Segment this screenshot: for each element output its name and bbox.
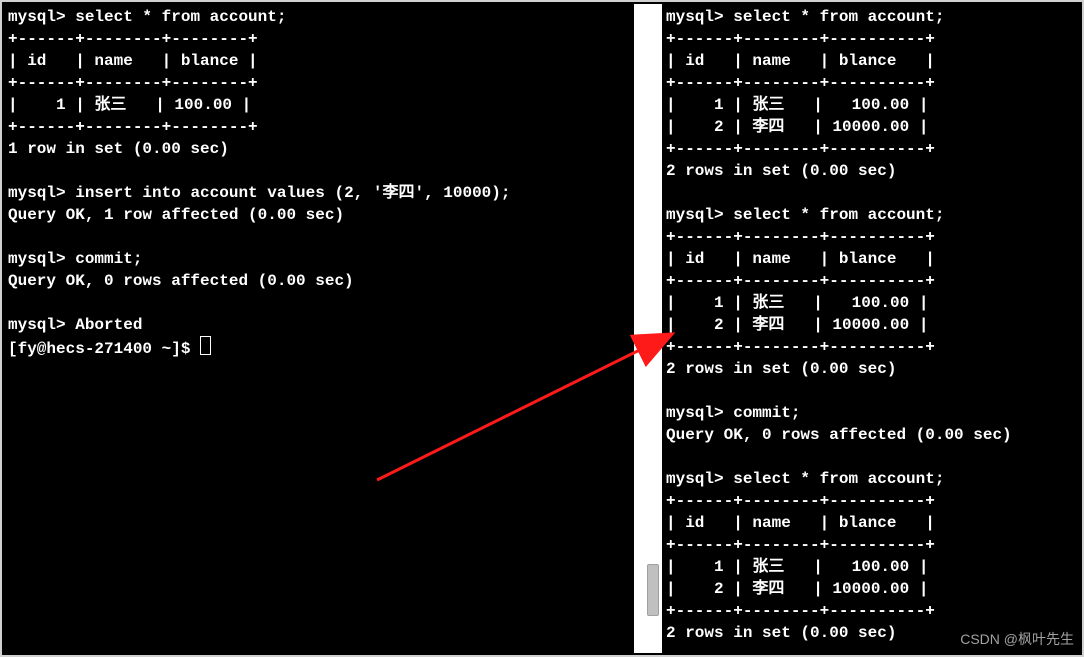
mysql-prompt: mysql> — [666, 404, 733, 422]
sql-query: commit; — [75, 250, 142, 268]
table-border: +------+--------+----------+ — [666, 228, 935, 246]
table-border: +------+--------+--------+ — [8, 118, 258, 136]
sql-query: insert into account values (2, '李四', 100… — [75, 184, 510, 202]
table-header: | id | name | blance | — [666, 52, 935, 70]
table-row: | 1 | 张三 | 100.00 | — [666, 294, 928, 312]
table-row: | 1 | 张三 | 100.00 | — [8, 96, 251, 114]
table-header: | id | name | blance | — [666, 250, 935, 268]
table-row: | 1 | 张三 | 100.00 | — [666, 96, 928, 114]
aborted-msg: Aborted — [75, 316, 142, 334]
table-border: +------+--------+--------+ — [8, 30, 258, 48]
sql-query: select * from account; — [733, 470, 944, 488]
mysql-prompt: mysql> — [666, 470, 733, 488]
sql-query: select * from account; — [733, 8, 944, 26]
query-response: Query OK, 0 rows affected (0.00 sec) — [666, 426, 1012, 444]
table-row: | 2 | 李四 | 10000.00 | — [666, 316, 928, 334]
scrollbar-left[interactable] — [646, 4, 660, 653]
table-border: +------+--------+----------+ — [666, 30, 935, 48]
table-border: +------+--------+----------+ — [666, 272, 935, 290]
table-border: +------+--------+----------+ — [666, 74, 935, 92]
result-footer: 2 rows in set (0.00 sec) — [666, 360, 896, 378]
table-row: | 1 | 张三 | 100.00 | — [666, 558, 928, 576]
result-footer: 2 rows in set (0.00 sec) — [666, 162, 896, 180]
table-row: | 2 | 李四 | 10000.00 | — [666, 118, 928, 136]
mysql-prompt: mysql> — [8, 8, 75, 26]
terminal-pane-right[interactable]: mysql> select * from account; +------+--… — [662, 4, 1080, 653]
mysql-prompt: mysql> — [8, 184, 75, 202]
table-border: +------+--------+--------+ — [8, 74, 258, 92]
watermark-text: CSDN @枫叶先生 — [960, 629, 1074, 649]
table-border: +------+--------+----------+ — [666, 140, 935, 158]
mysql-prompt: mysql> — [8, 316, 75, 334]
shell-prompt: [fy@hecs-271400 ~]$ — [8, 340, 200, 358]
table-header: | id | name | blance | — [666, 514, 935, 532]
scrollbar-thumb[interactable] — [647, 564, 659, 616]
sql-query: commit; — [733, 404, 800, 422]
table-border: +------+--------+----------+ — [666, 338, 935, 356]
terminal-pane-left[interactable]: mysql> select * from account; +------+--… — [4, 4, 634, 653]
query-response: Query OK, 1 row affected (0.00 sec) — [8, 206, 344, 224]
query-response: Query OK, 0 rows affected (0.00 sec) — [8, 272, 354, 290]
mysql-prompt: mysql> — [666, 206, 733, 224]
sql-query: select * from account; — [733, 206, 944, 224]
mysql-prompt: mysql> — [666, 8, 733, 26]
table-border: +------+--------+----------+ — [666, 536, 935, 554]
table-border: +------+--------+----------+ — [666, 492, 935, 510]
sql-query: select * from account; — [75, 8, 286, 26]
table-row: | 2 | 李四 | 10000.00 | — [666, 580, 928, 598]
terminal-split-view: mysql> select * from account; +------+--… — [0, 0, 1084, 657]
table-border: +------+--------+----------+ — [666, 602, 935, 620]
result-footer: 1 row in set (0.00 sec) — [8, 140, 229, 158]
cursor-icon — [200, 336, 211, 355]
mysql-prompt: mysql> — [8, 250, 75, 268]
table-header: | id | name | blance | — [8, 52, 258, 70]
result-footer: 2 rows in set (0.00 sec) — [666, 624, 896, 642]
